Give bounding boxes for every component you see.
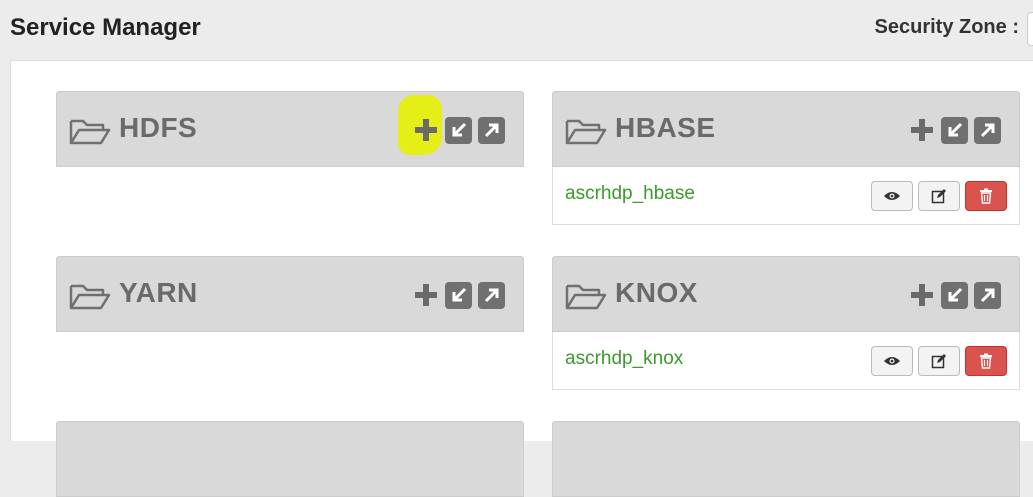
plus-icon: [414, 119, 437, 141]
trash-icon: [980, 188, 992, 204]
import-button[interactable]: [445, 116, 472, 144]
service-name: YARN: [119, 277, 198, 308]
export-icon: [484, 123, 498, 138]
export-icon: [980, 288, 994, 303]
delete-repo-button[interactable]: [965, 181, 1007, 211]
repo-link[interactable]: ascrhdp_knox: [565, 348, 683, 370]
delete-repo-button[interactable]: [965, 346, 1007, 376]
service-card-partial-left: [56, 421, 524, 497]
security-zone-label: Security Zone :: [874, 16, 1019, 38]
service-actions: [908, 281, 1001, 309]
service-card-knox: KNOX ascrhdp_knox: [552, 256, 1020, 390]
edit-repo-button[interactable]: [918, 346, 960, 376]
service-header: KNOX: [552, 256, 1020, 332]
service-header: HBASE: [552, 91, 1020, 167]
trash-icon: [980, 353, 992, 369]
export-button[interactable]: [478, 281, 505, 309]
service-card-partial-right: [552, 421, 1020, 497]
import-icon: [948, 122, 962, 137]
plus-icon: [414, 284, 437, 306]
edit-icon: [931, 189, 946, 204]
service-header: YARN: [56, 256, 524, 332]
add-service-button[interactable]: [412, 282, 439, 309]
folder-open-icon: [69, 119, 111, 145]
plus-icon: [910, 284, 933, 306]
service-header: [56, 421, 524, 497]
repo-actions: [871, 346, 1007, 376]
add-service-button[interactable]: [908, 117, 935, 144]
repo-actions: [871, 181, 1007, 211]
eye-icon: [884, 357, 900, 365]
import-icon: [948, 287, 962, 302]
export-button[interactable]: [478, 116, 505, 144]
service-card-hdfs: HDFS: [56, 91, 524, 167]
service-name: KNOX: [615, 277, 698, 308]
service-panel-area: HDFS HBASE ascrhdp_hbase YARN KNOX ascrh…: [10, 60, 1033, 497]
repo-row: ascrhdp_knox: [552, 332, 1020, 390]
folder-open-icon: [69, 284, 111, 310]
service-name: HBASE: [615, 112, 716, 143]
service-actions: [398, 94, 505, 155]
import-button[interactable]: [941, 116, 968, 144]
top-bar: Service Manager Security Zone :: [0, 0, 1033, 60]
import-button[interactable]: [445, 281, 472, 309]
export-button[interactable]: [974, 281, 1001, 309]
service-actions: [908, 116, 1001, 144]
add-service-button[interactable]: [412, 117, 439, 144]
service-card-hbase: HBASE ascrhdp_hbase: [552, 91, 1020, 225]
view-repo-button[interactable]: [871, 181, 913, 211]
folder-open-icon: [565, 119, 607, 145]
export-icon: [980, 123, 994, 138]
import-icon: [452, 287, 466, 302]
folder-open-icon: [565, 284, 607, 310]
eye-icon: [884, 192, 900, 200]
edit-repo-button[interactable]: [918, 181, 960, 211]
page-title: Service Manager: [10, 14, 201, 41]
plus-icon: [910, 119, 933, 141]
export-button[interactable]: [974, 116, 1001, 144]
service-header: [552, 421, 1020, 497]
service-header: HDFS: [56, 91, 524, 167]
repo-link[interactable]: ascrhdp_hbase: [565, 183, 695, 205]
service-card-yarn: YARN: [56, 256, 524, 332]
repo-row: ascrhdp_hbase: [552, 167, 1020, 225]
import-icon: [452, 122, 466, 137]
edit-icon: [931, 354, 946, 369]
service-name: HDFS: [119, 112, 198, 143]
security-zone-select[interactable]: [1027, 12, 1033, 46]
service-actions: [412, 281, 505, 309]
view-repo-button[interactable]: [871, 346, 913, 376]
export-icon: [484, 288, 498, 303]
import-button[interactable]: [941, 281, 968, 309]
add-service-button[interactable]: [908, 282, 935, 309]
